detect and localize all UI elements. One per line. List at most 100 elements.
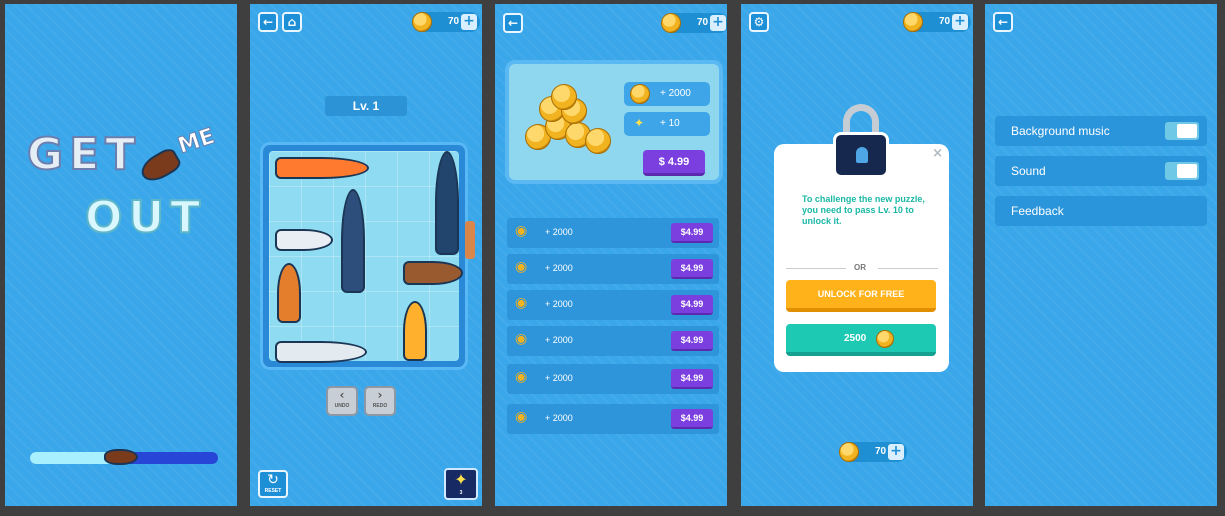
coin-icon bbox=[630, 84, 650, 104]
hint-button[interactable]: ✦ 3 bbox=[444, 468, 478, 500]
padlock-body bbox=[833, 132, 889, 178]
coin-stack-icon: ◉ bbox=[515, 409, 528, 425]
setting-label: Sound bbox=[1011, 164, 1046, 178]
pack-amount: + 2000 bbox=[545, 299, 573, 309]
buy-pack-button[interactable]: $4.99 bbox=[671, 259, 713, 279]
or-label: OR bbox=[854, 263, 866, 272]
coin-stack-icon: ◉ bbox=[515, 331, 528, 347]
coin-icon bbox=[551, 84, 577, 110]
back-button[interactable]: ← bbox=[503, 13, 523, 33]
coin-pack-row: ◉ + 2000 $4.99 bbox=[507, 364, 719, 394]
bottom-coin-counter: 70 + bbox=[839, 442, 907, 462]
back-arrow-icon: ← bbox=[507, 16, 519, 30]
unlock-message: To challenge the new puzzle, you need to… bbox=[802, 194, 925, 226]
puzzle-board bbox=[260, 142, 468, 370]
logo-get: GET bbox=[26, 128, 142, 181]
boat-navy-vertical-center[interactable] bbox=[341, 189, 365, 293]
coin-pile-icon bbox=[515, 84, 619, 156]
bundle-hint-text: + 10 bbox=[660, 118, 680, 129]
divider bbox=[878, 268, 938, 269]
bundle-coin-amount: + 2000 bbox=[624, 82, 710, 106]
coin-amount: 70 bbox=[939, 16, 951, 27]
buy-pack-button[interactable]: $4.99 bbox=[671, 409, 713, 429]
undo-button[interactable]: ‹ UNDO bbox=[326, 386, 358, 416]
coin-stack-icon: ◉ bbox=[515, 295, 528, 311]
featured-bundle: + 2000 ✦ + 10 $ 4.99 bbox=[505, 60, 723, 184]
toggle-knob bbox=[1177, 124, 1197, 138]
buy-pack-button[interactable]: $4.99 bbox=[671, 295, 713, 315]
back-arrow-icon: ← bbox=[262, 15, 274, 29]
keyhole-icon bbox=[856, 147, 868, 163]
add-coins-button[interactable]: + bbox=[461, 14, 477, 30]
buy-bundle-button[interactable]: $ 4.99 bbox=[643, 150, 705, 176]
toggle-knob bbox=[1177, 164, 1197, 178]
coin-counter: 70 + bbox=[412, 12, 480, 32]
shop-screen: ← 70 + + 2000 ✦ + 10 $ 4.99 ◉ + 2000 $4.99… bbox=[495, 4, 727, 506]
home-button[interactable]: ⌂ bbox=[282, 12, 302, 32]
boat-orange-horizontal[interactable] bbox=[275, 157, 369, 179]
coin-counter: 70 + bbox=[661, 13, 727, 33]
add-coins-button[interactable]: + bbox=[888, 444, 904, 460]
pack-amount: + 2000 bbox=[545, 335, 573, 345]
undo-arrow-icon: ‹ bbox=[339, 388, 345, 402]
unlock-with-coins-button[interactable]: 2500 bbox=[786, 324, 936, 356]
locked-level-screen: ⚙ 70 + × To challenge the new puzzle, yo… bbox=[741, 4, 973, 506]
lightbulb-icon: ✦ bbox=[454, 470, 468, 489]
reset-button[interactable]: ↻ RESET bbox=[258, 470, 288, 498]
logo-boat-icon bbox=[136, 145, 184, 187]
loading-boat-icon bbox=[104, 449, 138, 465]
buy-pack-button[interactable]: $4.99 bbox=[671, 223, 713, 243]
buy-pack-button[interactable]: $4.99 bbox=[671, 369, 713, 389]
home-icon: ⌂ bbox=[287, 15, 297, 29]
coin-stack-icon: ◉ bbox=[515, 369, 528, 385]
gear-icon: ⚙ bbox=[753, 15, 765, 29]
coin-amount: 70 bbox=[448, 16, 460, 27]
redo-button[interactable]: › REDO bbox=[364, 386, 396, 416]
coin-amount: 70 bbox=[697, 17, 709, 28]
setting-sound[interactable]: Sound bbox=[995, 156, 1207, 186]
setting-label: Feedback bbox=[1011, 204, 1064, 218]
coin-icon bbox=[585, 128, 611, 154]
setting-background-music[interactable]: Background music bbox=[995, 116, 1207, 146]
add-coins-button[interactable]: + bbox=[710, 15, 726, 31]
coin-pack-row: ◉ + 2000 $4.99 bbox=[507, 290, 719, 320]
reset-label: RESET bbox=[264, 488, 282, 494]
pack-amount: + 2000 bbox=[545, 373, 573, 383]
board-exit bbox=[465, 221, 475, 259]
bundle-hint-amount: ✦ + 10 bbox=[624, 112, 710, 136]
back-button[interactable]: ← bbox=[258, 12, 278, 32]
boat-yellow-vertical[interactable] bbox=[403, 301, 427, 361]
coin-icon bbox=[412, 12, 432, 32]
setting-label: Background music bbox=[1011, 124, 1110, 138]
undo-label: UNDO bbox=[334, 403, 350, 409]
loading-bar bbox=[30, 449, 218, 465]
close-icon[interactable]: × bbox=[932, 146, 943, 161]
setting-feedback[interactable]: Feedback bbox=[995, 196, 1207, 226]
coin-pack-row: ◉ + 2000 $4.99 bbox=[507, 326, 719, 356]
back-button[interactable]: ← bbox=[993, 12, 1013, 32]
unlock-free-button[interactable]: UNLOCK FOR FREE bbox=[786, 280, 936, 312]
coin-icon bbox=[661, 13, 681, 33]
boat-white-horizontal-bottom[interactable] bbox=[275, 341, 367, 363]
coin-icon bbox=[839, 442, 859, 462]
settings-button[interactable]: ⚙ bbox=[749, 12, 769, 32]
add-coins-button[interactable]: + bbox=[952, 14, 968, 30]
boat-brown-horizontal[interactable] bbox=[403, 261, 463, 285]
lightbulb-icon: ✦ bbox=[634, 116, 645, 130]
coin-stack-icon: ◉ bbox=[515, 259, 528, 275]
redo-arrow-icon: › bbox=[377, 388, 383, 402]
level-screen: ← ⌂ 70 + Lv. 1 ‹ UNDO › REDO ↻ RESET ✦ 3 bbox=[250, 4, 482, 506]
boat-navy-vertical-right[interactable] bbox=[435, 151, 459, 255]
boat-white-speedboat[interactable] bbox=[275, 229, 333, 251]
background-music-toggle[interactable] bbox=[1165, 122, 1199, 140]
bundle-coin-text: + 2000 bbox=[660, 88, 691, 99]
coin-amount: 70 bbox=[875, 446, 887, 457]
buy-pack-button[interactable]: $4.99 bbox=[671, 331, 713, 351]
board-grid bbox=[269, 151, 463, 363]
boat-orange-vertical-left[interactable] bbox=[277, 263, 301, 323]
splash-screen: GET ME OUT bbox=[5, 4, 237, 506]
sound-toggle[interactable] bbox=[1165, 162, 1199, 180]
coin-pack-row: ◉ + 2000 $4.99 bbox=[507, 218, 719, 248]
coin-pack-row: ◉ + 2000 $4.99 bbox=[507, 254, 719, 284]
logo-out: OUT bbox=[84, 191, 207, 244]
